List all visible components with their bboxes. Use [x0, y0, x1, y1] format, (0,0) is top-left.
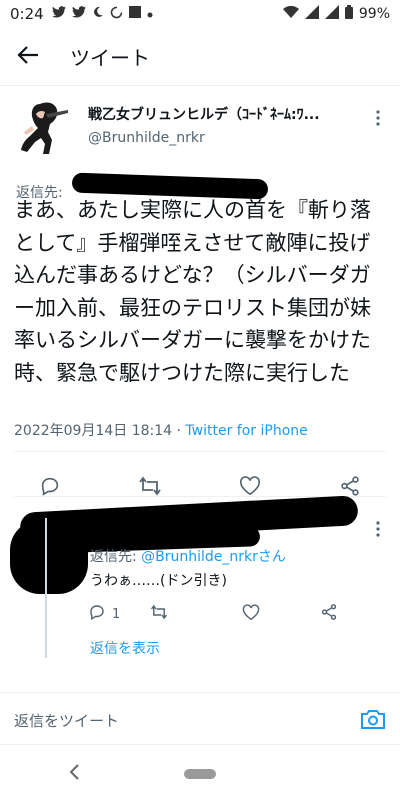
status-right: 99% — [282, 5, 390, 23]
camera-button[interactable] — [360, 707, 386, 731]
top-app-bar: ツイート — [0, 28, 400, 86]
signal-icon — [324, 5, 339, 23]
tweet-timestamp-row: 2022年09月14日 18:14 · Twitter for iPhone — [14, 420, 308, 440]
reply-count: 1 — [112, 606, 121, 622]
more-options-icon[interactable] — [376, 521, 380, 537]
reply-button[interactable]: 1 — [88, 602, 120, 626]
system-home-pill[interactable] — [184, 769, 216, 779]
system-nav-bar — [0, 745, 400, 800]
app-notification-icon — [128, 6, 141, 22]
more-options-icon[interactable] — [376, 110, 380, 126]
retweet-button[interactable] — [136, 474, 164, 502]
twitter-notification-icon — [71, 6, 86, 22]
author-handle: @Brunhilde_nrkr — [88, 130, 205, 146]
wifi-icon — [282, 5, 299, 23]
status-time: 0:24 — [10, 5, 44, 23]
reply-text: うわぁ……(ドン引き) — [90, 573, 227, 589]
redaction-scribble — [10, 520, 88, 594]
author-row[interactable]: 戦乙女ブリュンヒルデ（ｺｰﾄﾞﾈｰﾑ:ﾜ... @Brunhilde_nrkr — [0, 86, 400, 156]
reply-icon — [88, 603, 106, 625]
retweet-button[interactable] — [150, 602, 168, 626]
reply-composer[interactable]: 返信をツイート — [0, 692, 400, 744]
notification-dot-icon — [147, 7, 153, 22]
avatar[interactable] — [16, 98, 68, 156]
like-button[interactable] — [236, 474, 264, 502]
reply-to-handle-link[interactable]: @Brunhilde_nrkrさん — [141, 549, 286, 565]
reply-actions: 1 — [0, 600, 400, 628]
author-display-name: 戦乙女ブリュンヒルデ（ｺｰﾄﾞﾈｰﾑ:ﾜ... — [88, 107, 320, 123]
like-button[interactable] — [242, 602, 260, 626]
tweet-text: まあ、あたし実際に人の首を『斬り落として』手榴弾咥えさせて敵陣に投げ込んだ事ある… — [14, 198, 371, 385]
page-title: ツイート — [70, 46, 150, 70]
reply-to-label: 返信先: @Brunhilde_nrkrさん — [90, 546, 286, 566]
system-back-button[interactable] — [68, 763, 80, 786]
data-saver-icon — [110, 6, 123, 23]
status-bar: 0:24 99% — [0, 0, 400, 28]
share-icon — [320, 603, 338, 625]
meta-separator: · — [172, 423, 186, 439]
battery-icon — [344, 5, 353, 23]
tweet-source-link[interactable]: Twitter for iPhone — [185, 423, 307, 439]
battery-percent: 99% — [358, 6, 390, 22]
reply-button[interactable] — [36, 474, 64, 502]
divider — [14, 451, 386, 452]
share-button[interactable] — [320, 602, 338, 626]
heart-icon — [242, 603, 260, 625]
reply-icon — [39, 475, 61, 501]
back-arrow-icon — [17, 45, 39, 69]
thread-line — [45, 518, 47, 658]
back-button[interactable] — [0, 28, 56, 86]
show-replies-link[interactable]: 返信を表示 — [90, 638, 160, 658]
retweet-icon — [150, 603, 168, 625]
do-not-disturb-moon-icon — [92, 6, 104, 22]
main-tweet: 戦乙女ブリュンヒルデ（ｺｰﾄﾞﾈｰﾑ:ﾜ... @Brunhilde_nrkr … — [0, 86, 400, 497]
camera-icon — [360, 710, 386, 735]
tweet-date[interactable]: 2022年09月14日 18:14 — [14, 423, 172, 439]
reply-input[interactable]: 返信をツイート — [14, 710, 119, 731]
signal-icon — [304, 5, 319, 23]
retweet-icon — [138, 475, 162, 501]
reply-to-prefix: 返信先: — [90, 549, 142, 565]
twitter-notification-icon — [51, 6, 66, 22]
